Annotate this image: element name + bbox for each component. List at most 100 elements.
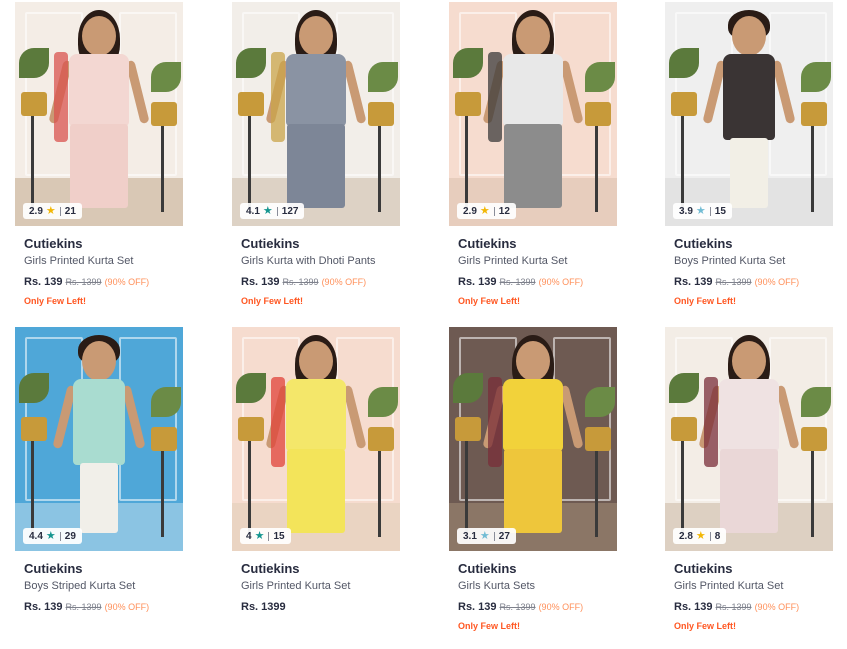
star-icon: ★: [262, 204, 273, 217]
product-brand[interactable]: Cutiekins: [24, 236, 183, 252]
product-image[interactable]: 3.9 ★ 15: [665, 2, 833, 226]
selling-price: Rs. 139: [24, 601, 63, 613]
price-row: Rs. 139 Rs. 1399 (90% OFF): [674, 275, 833, 289]
price-row: Rs. 139 Rs. 1399 (90% OFF): [241, 275, 400, 289]
discount-label: (90% OFF): [754, 602, 800, 612]
rating-divider: [493, 531, 495, 541]
rating-badge: 3.9 ★ 15: [673, 203, 732, 219]
product-image[interactable]: 4.4 ★ 29: [15, 327, 183, 551]
rating-value: 4.1: [246, 205, 260, 217]
price-row: Rs. 139 Rs. 1399 (90% OFF): [674, 600, 833, 614]
original-price: Rs. 1399: [715, 602, 752, 612]
rating-badge: 4.4 ★ 29: [23, 528, 82, 544]
product-name[interactable]: Girls Printed Kurta Set: [674, 579, 833, 594]
selling-price: Rs. 139: [458, 276, 497, 288]
selling-price: Rs. 139: [674, 601, 713, 613]
rating-count: 29: [64, 530, 76, 542]
price-row: Rs. 139 Rs. 1399 (90% OFF): [24, 600, 183, 614]
price-row: Rs. 139 Rs. 1399 (90% OFF): [458, 275, 617, 289]
discount-label: (90% OFF): [538, 277, 584, 287]
original-price: Rs. 1399: [499, 277, 536, 287]
selling-price: Rs. 139: [674, 276, 713, 288]
rating-divider: [709, 206, 711, 216]
selling-price: Rs. 1399: [241, 601, 286, 613]
product-card[interactable]: 3.1 ★ 27 Cutiekins Girls Kurta Sets Rs. 139 Rs…: [449, 327, 617, 632]
rating-badge: 4 ★ 15: [240, 528, 291, 544]
rating-badge: 3.1 ★ 27: [457, 528, 516, 544]
product-name[interactable]: Girls Printed Kurta Set: [458, 254, 617, 269]
rating-divider: [59, 206, 61, 216]
product-card[interactable]: 4.1 ★ 127 Cutiekins Girls Kurta with Dhoti P…: [232, 2, 400, 307]
original-price: Rs. 1399: [499, 602, 536, 612]
rating-count: 15: [714, 205, 726, 217]
discount-label: (90% OFF): [321, 277, 367, 287]
price-row: Rs. 139 Rs. 1399 (90% OFF): [24, 275, 183, 289]
stock-alert: Only Few Left!: [241, 296, 304, 306]
product-image[interactable]: 2.8 ★ 8: [665, 327, 833, 551]
product-card[interactable]: 4 ★ 15 Cutiekins Girls Printed Kurta Set Rs. …: [232, 327, 400, 614]
rating-value: 2.9: [29, 205, 43, 217]
product-brand[interactable]: Cutiekins: [241, 236, 400, 252]
product-card[interactable]: 2.9 ★ 12 Cutiekins Girls Printed Kurta Set Rs…: [449, 2, 617, 307]
rating-count: 27: [498, 530, 510, 542]
product-card[interactable]: 2.8 ★ 8 Cutiekins Girls Printed Kurta Set Rs.…: [665, 327, 833, 632]
product-image[interactable]: 3.1 ★ 27: [449, 327, 617, 551]
discount-label: (90% OFF): [104, 602, 150, 612]
rating-value: 4.4: [29, 530, 43, 542]
product-name[interactable]: Boys Striped Kurta Set: [24, 579, 183, 594]
rating-divider: [276, 206, 278, 216]
selling-price: Rs. 139: [458, 601, 497, 613]
rating-badge: 2.9 ★ 21: [23, 203, 82, 219]
rating-badge: 2.8 ★ 8: [673, 528, 727, 544]
selling-price: Rs. 139: [241, 276, 280, 288]
product-brand[interactable]: Cutiekins: [241, 561, 400, 577]
product-brand[interactable]: Cutiekins: [24, 561, 183, 577]
product-brand[interactable]: Cutiekins: [674, 561, 833, 577]
rating-count: 127: [281, 205, 299, 217]
rating-divider: [59, 531, 61, 541]
rating-value: 3.1: [463, 530, 477, 542]
product-brand[interactable]: Cutiekins: [458, 236, 617, 252]
product-brand[interactable]: Cutiekins: [674, 236, 833, 252]
product-name[interactable]: Boys Printed Kurta Set: [674, 254, 833, 269]
selling-price: Rs. 139: [24, 276, 63, 288]
original-price: Rs. 1399: [282, 277, 319, 287]
rating-value: 2.9: [463, 205, 477, 217]
product-image[interactable]: 4 ★ 15: [232, 327, 400, 551]
star-icon: ★: [695, 204, 706, 217]
product-brand[interactable]: Cutiekins: [458, 561, 617, 577]
stock-alert: Only Few Left!: [674, 296, 737, 306]
rating-divider: [709, 531, 711, 541]
star-icon: ★: [695, 529, 706, 542]
product-card[interactable]: 4.4 ★ 29 Cutiekins Boys Striped Kurta Set Rs.…: [15, 327, 183, 614]
product-card[interactable]: 2.9 ★ 21 Cutiekins Girls Printed Kurta Set Rs…: [15, 2, 183, 307]
price-row: Rs. 139 Rs. 1399 (90% OFF): [458, 600, 617, 614]
rating-badge: 4.1 ★ 127: [240, 203, 305, 219]
discount-label: (90% OFF): [754, 277, 800, 287]
rating-divider: [493, 206, 495, 216]
stock-alert: Only Few Left!: [674, 621, 737, 631]
rating-value: 3.9: [679, 205, 693, 217]
product-image[interactable]: 2.9 ★ 12: [449, 2, 617, 226]
rating-count: 8: [714, 530, 721, 542]
product-name[interactable]: Girls Printed Kurta Set: [241, 579, 400, 594]
star-icon: ★: [45, 204, 56, 217]
stock-alert: Only Few Left!: [24, 296, 87, 306]
product-name[interactable]: Girls Printed Kurta Set: [24, 254, 183, 269]
product-image[interactable]: 2.9 ★ 21: [15, 2, 183, 226]
product-name[interactable]: Girls Kurta Sets: [458, 579, 617, 594]
original-price: Rs. 1399: [65, 277, 102, 287]
star-icon: ★: [479, 204, 490, 217]
product-card[interactable]: 3.9 ★ 15 Cutiekins Boys Printed Kurta Set Rs.…: [665, 2, 833, 307]
star-icon: ★: [45, 529, 56, 542]
product-image[interactable]: 4.1 ★ 127: [232, 2, 400, 226]
price-row: Rs. 1399: [241, 600, 400, 614]
rating-badge: 2.9 ★ 12: [457, 203, 516, 219]
stock-alert: Only Few Left!: [458, 621, 521, 631]
stock-alert: Only Few Left!: [458, 296, 521, 306]
rating-count: 15: [273, 530, 285, 542]
discount-label: (90% OFF): [538, 602, 584, 612]
product-name[interactable]: Girls Kurta with Dhoti Pants: [241, 254, 400, 269]
original-price: Rs. 1399: [715, 277, 752, 287]
rating-divider: [268, 531, 270, 541]
